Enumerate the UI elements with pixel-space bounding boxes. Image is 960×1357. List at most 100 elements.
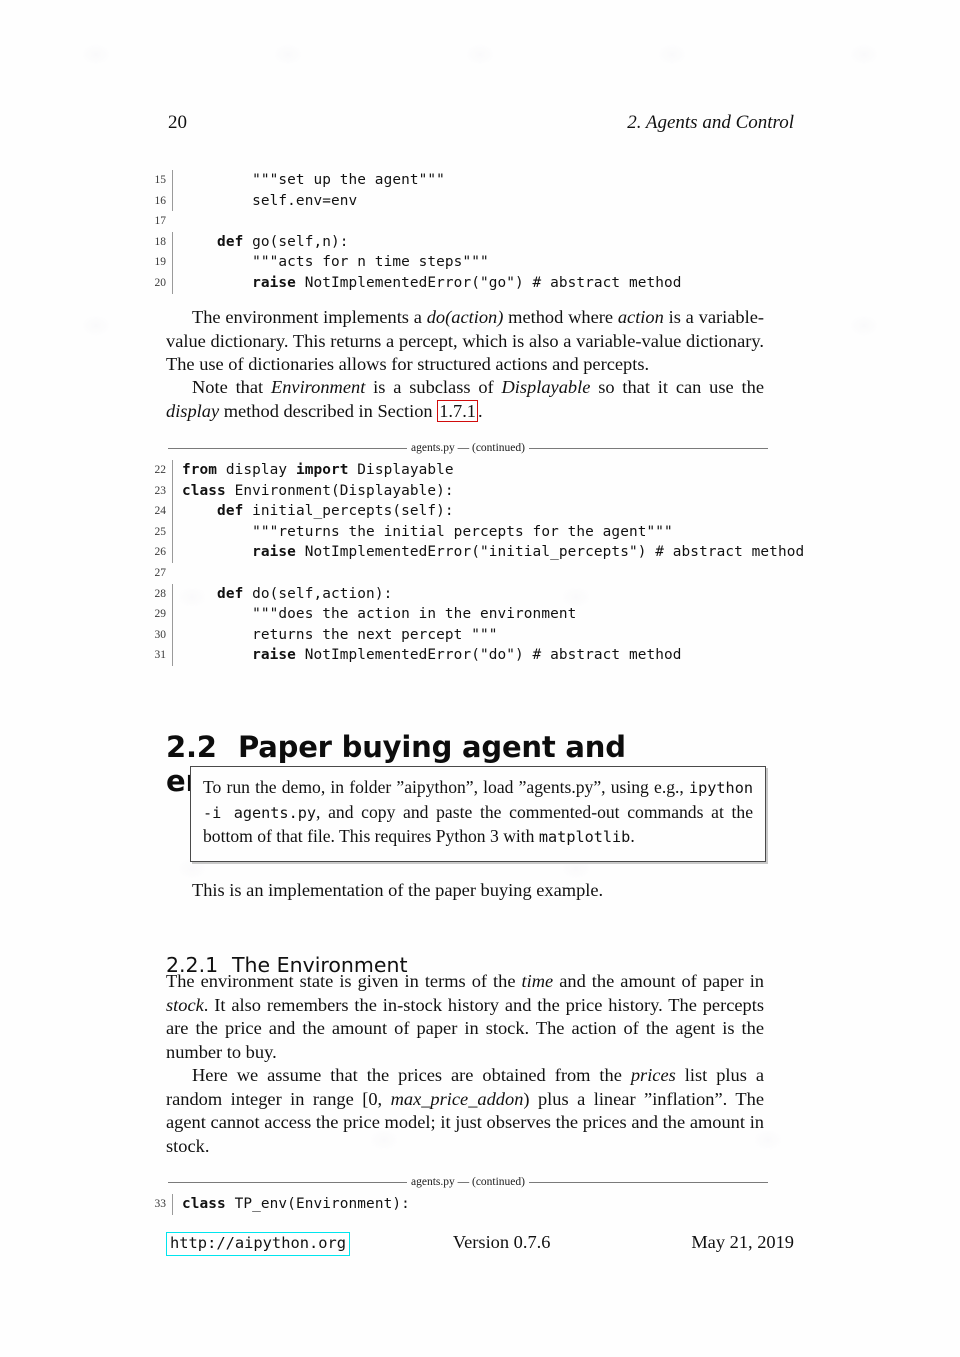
code-line: 26 raise NotImplementedError("initial_pe… [140,542,820,563]
code-caption: agents.py — (continued) [168,440,768,456]
code-line: 15 """set up the agent""" [140,170,820,191]
code-keyword: raise [182,274,296,291]
chapter-title: 2. Agents and Control [627,112,794,133]
text-run: To run the demo, in folder ”aipython”, l… [203,777,689,797]
running-head: 20 2. Agents and Control [168,112,794,134]
line-code: returns the next percept """ [172,624,820,646]
term-environment: Environment [270,377,366,397]
code-lines: 15 """set up the agent""" 16 self.env=en… [140,170,820,294]
paragraph-environment-state: The environment state is given in terms … [166,970,764,1064]
code-keyword: from [182,462,218,478]
term-time: time [521,971,554,991]
term-max-price-addon: max_price_addon [390,1088,524,1109]
line-code: raise NotImplementedError("initial_perce… [172,542,820,563]
date-label: May 21, 2019 [691,1232,794,1252]
paragraph-environment-subclass: Note that Environment is a subclass of D… [166,376,764,423]
code-line: 20 raise NotImplementedError("go") # abs… [140,272,820,294]
text-run: . [478,400,483,421]
paragraph-implementation: This is an implementation of the paper b… [166,879,764,903]
line-code: raise NotImplementedError("go") # abstra… [172,272,820,294]
text-run: method where [503,307,618,327]
line-code: raise NotImplementedError("do") # abstra… [172,645,820,666]
version-label: Version 0.7.6 [452,1232,551,1252]
term-action: action [617,307,664,327]
line-number: 15 [154,174,167,186]
code-line: 31 raise NotImplementedError("do") # abs… [140,645,820,666]
code-lines: 33 class TP_env(Environment): [140,1194,820,1215]
line-number: 17 [154,215,167,228]
note-box-run-demo: To run the demo, in folder ”aipython”, l… [190,766,766,862]
line-number: 29 [154,608,167,621]
code-keyword: raise [182,544,296,561]
line-number: 20 [154,276,167,289]
section-reference-link[interactable]: 1.7.1 [437,399,478,422]
code-line: 19 """acts for n time steps""" [140,252,820,273]
text-run: . It also remembers the in-stock history… [166,994,764,1062]
document-page: 20 2. Agents and Control 15 """set up th… [0,0,960,1357]
line-code: self.env=env [172,190,820,212]
code-line: 16 self.env=env [140,190,820,212]
line-code: def go(self,n): [172,231,820,253]
code-caption: agents.py — (continued) [168,1174,768,1190]
caption-text: agents.py — (continued) [406,442,529,454]
note-text: To run the demo, in folder ”aipython”, l… [203,776,753,850]
line-code: class TP_env(Environment): [172,1194,820,1215]
text-run: . [630,826,635,846]
paragraph-prices-model: Here we assume that the prices are obtai… [166,1064,764,1158]
code-keyword: import [295,462,349,478]
line-code: class Environment(Displayable): [172,480,820,502]
page-footer: http://aipython.org Version 0.7.6 May 21… [166,1232,794,1257]
text-run: and the amount of paper in [553,971,764,991]
text-run: Note that [192,377,271,397]
code-keyword: class [182,482,226,499]
line-number: 26 [154,546,167,559]
line-code: from display import Displayable [172,460,820,481]
code-rest: Environment(Displayable): [225,482,454,499]
term-stock: stock [166,994,204,1015]
code-keyword: def [182,233,244,250]
code-rest: display [217,462,296,478]
code-inline-matplotlib: matplotlib [538,828,631,846]
text-run: Here we assume that the prices are obtai… [192,1065,631,1085]
text-run: so that it can use the [590,377,764,397]
code-keyword: def [182,585,244,602]
line-number: 24 [154,505,167,518]
code-line: 27 [140,563,820,584]
code-rest: do(self,action): [243,585,393,602]
code-line: 28 def do(self,action): [140,583,820,605]
line-code: """returns the initial percepts for the … [172,521,820,543]
text-run: is a subclass of [365,377,502,397]
page-number: 20 [168,112,187,133]
text-run: The environment state is given in terms … [166,971,522,991]
line-code: def initial_percepts(self): [172,501,820,522]
code-rest: Displayable [348,462,454,478]
line-number: 16 [154,194,167,207]
code-keyword: class [182,1196,226,1212]
text-run: method described in Section [219,400,438,421]
line-code: """does the action in the environment [172,604,820,625]
code-line: 25 """returns the initial percepts for t… [140,521,820,543]
code-listing-middle: agents.py — (continued) 22 from display … [140,440,820,666]
code-line: 23 class Environment(Displayable): [140,480,820,502]
code-keyword: def [182,503,244,520]
text-run: The environment implements a [192,307,427,327]
code-rest: NotImplementedError("do") # abstract met… [295,647,682,664]
code-line: 17 [140,211,820,232]
code-listing-bottom: agents.py — (continued) 33 class TP_env(… [140,1174,820,1215]
line-code: """acts for n time steps""" [172,252,820,273]
line-number: 25 [154,525,167,538]
line-number: 28 [154,587,167,600]
line-number: 33 [154,1198,167,1210]
code-listing-top: 15 """set up the agent""" 16 self.env=en… [140,170,820,294]
code-line: 22 from display import Displayable [140,460,820,481]
aipython-website-link[interactable]: http://aipython.org [166,1232,351,1257]
code-rest: NotImplementedError("go") # abstract met… [295,274,682,291]
line-number: 30 [154,628,167,641]
code-rest: go(self,n): [243,233,349,250]
code-rest: initial_percepts(self): [243,503,454,520]
line-number: 18 [154,235,167,248]
code-keyword: raise [182,647,296,664]
paragraph-environment-do: The environment implements a do(action) … [166,306,764,377]
line-number: 22 [154,464,167,476]
line-number: 31 [154,649,167,662]
